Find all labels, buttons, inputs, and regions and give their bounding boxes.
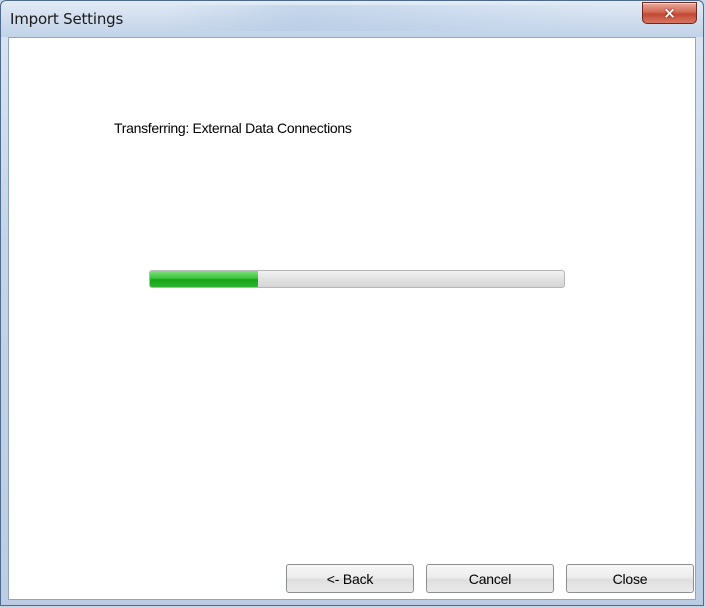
close-icon: × <box>663 3 676 22</box>
transfer-status-label: Transferring: External Data Connections <box>114 120 352 136</box>
transfer-progress-bar <box>149 270 565 288</box>
import-settings-dialog: Import Settings × Transferring: External… <box>0 0 704 606</box>
dialog-content: Transferring: External Data Connections … <box>8 37 696 600</box>
window-close-button[interactable]: × <box>642 2 697 24</box>
cancel-button[interactable]: Cancel <box>426 564 554 593</box>
title-bar[interactable]: Import Settings × <box>1 1 703 37</box>
back-button[interactable]: <- Back <box>286 564 414 593</box>
dialog-title: Import Settings <box>10 10 124 28</box>
title-bar-background <box>161 5 621 31</box>
progress-bar-fill <box>150 271 258 287</box>
close-button[interactable]: Close <box>566 564 694 593</box>
